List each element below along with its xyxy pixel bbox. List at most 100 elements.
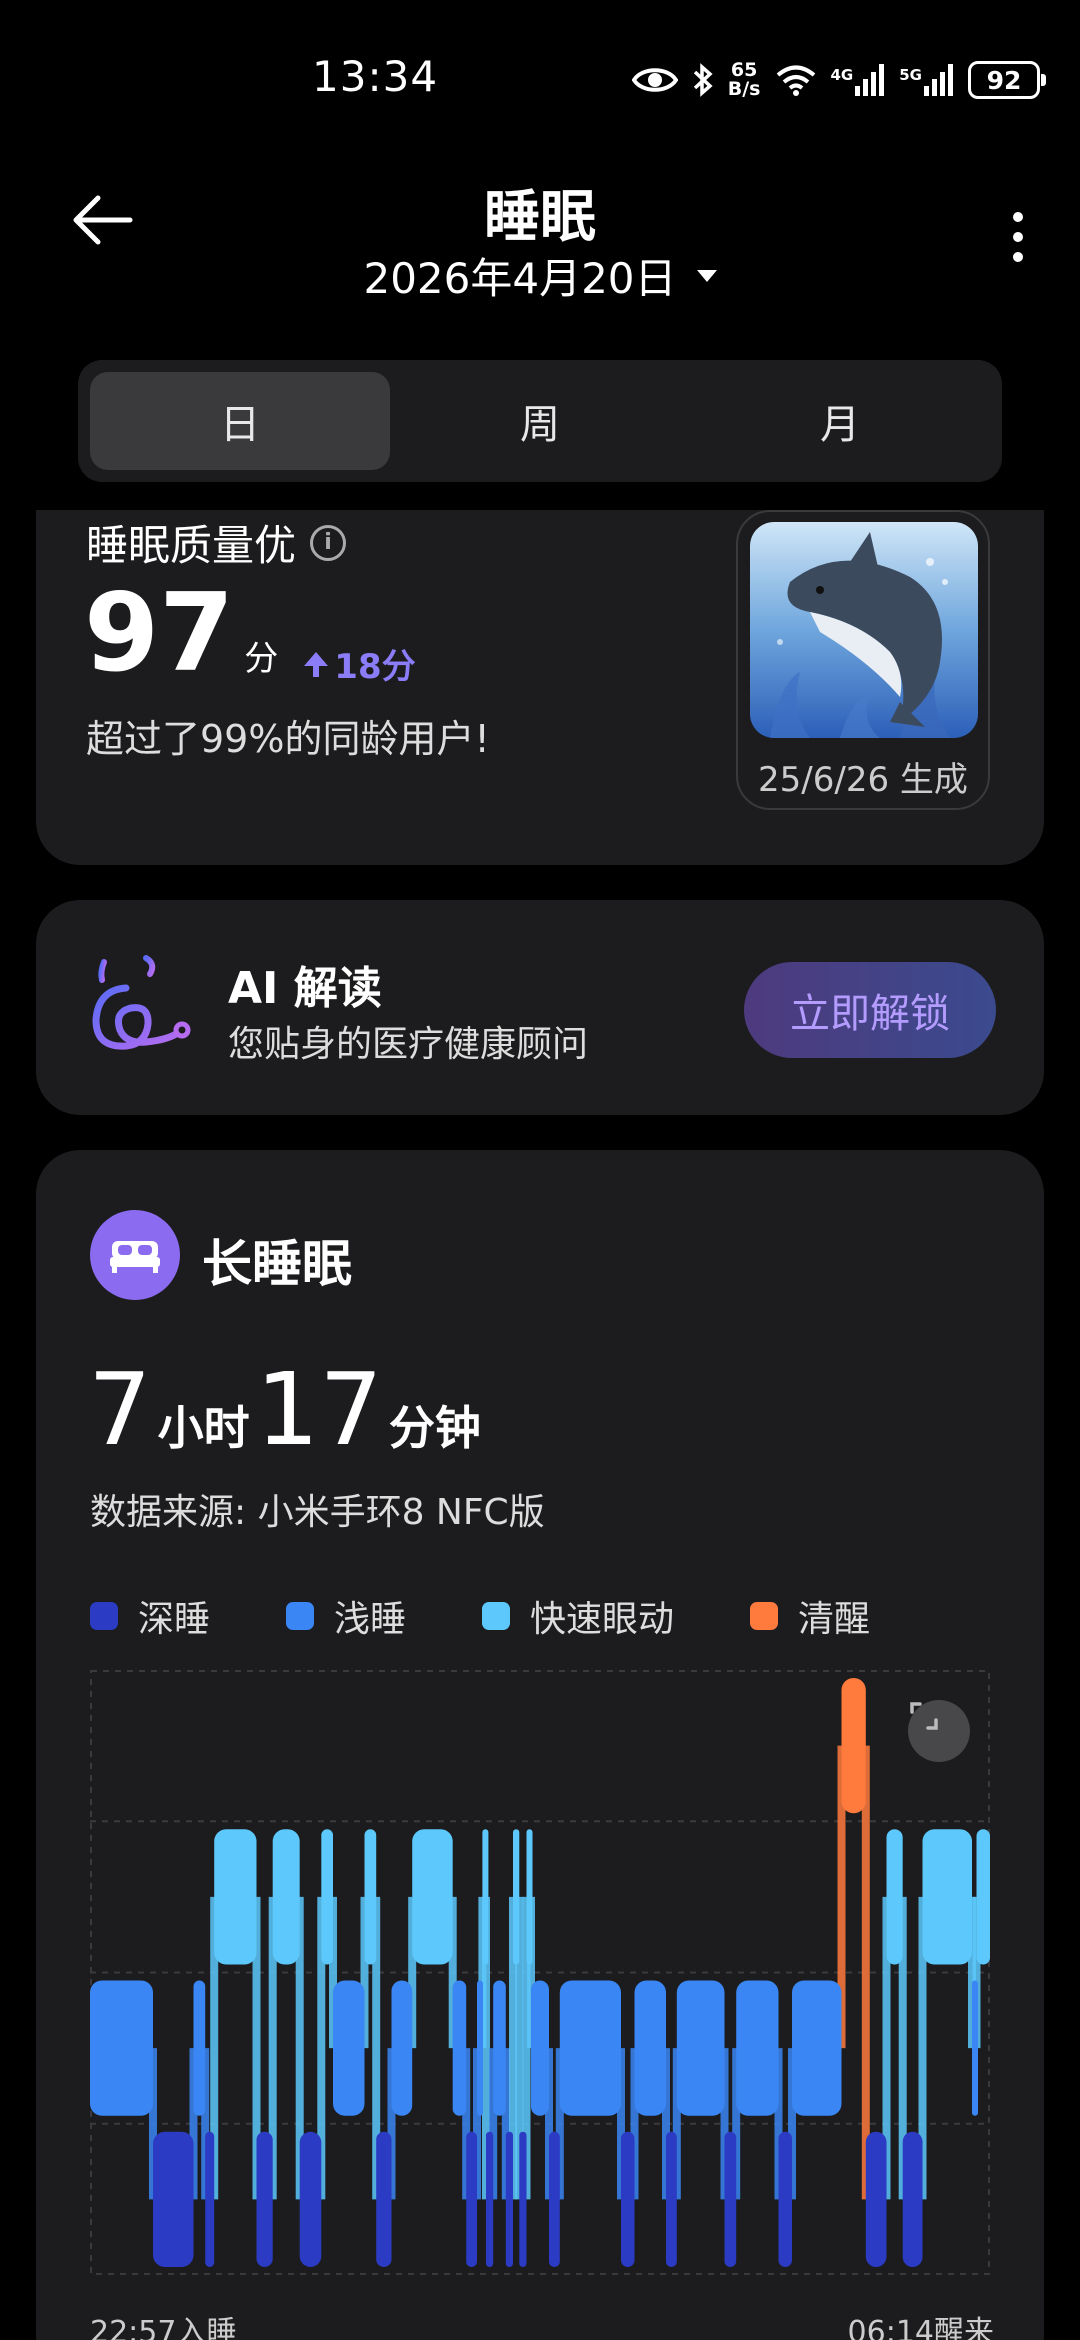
stage-segment-deep [205,2131,215,2267]
quality-compare-text: 超过了99%的同龄用户! [86,717,490,761]
legend-rem: 快速眼动 [482,1590,674,1642]
stage-segment-light [493,1980,506,2116]
status-time: 13:34 [312,52,439,101]
legend-swatch-rem [482,1602,511,1630]
stage-segment-deep [666,2131,677,2267]
arrow-up-icon [304,652,329,677]
cell-signal-2-icon: 5G [899,64,954,96]
stage-segment-deep [621,2131,635,2267]
stage-segment-light [736,1980,779,2116]
stage-segment-rem [886,1829,903,1965]
stage-segment-deep [724,2131,737,2267]
page-title: 睡眠 [484,185,596,250]
stage-segment-deep [902,2131,923,2267]
legend-label-rem: 快速眼动 [530,1599,675,1640]
stage-segment-rem [214,1829,257,1965]
info-icon[interactable]: i [310,524,347,561]
stage-segment-light [90,1980,153,2116]
sig2-label: 5G [899,66,922,84]
duration-minutes: 17 [255,1351,383,1468]
stage-segment-rem [321,1829,333,1965]
eye-icon [631,65,678,95]
stage-segment-light [559,1980,621,2116]
more-dot-icon [1013,212,1023,222]
more-menu-button[interactable] [1008,212,1028,262]
tab-month[interactable]: 月 [690,372,990,470]
score-value: 97 [84,571,235,696]
legend-deep: 深睡 [90,1590,210,1642]
date-selector[interactable]: 2026年4月20日 [0,245,1080,306]
stage-segment-deep [466,2131,477,2267]
sleep-quality-card[interactable]: 睡眠质量优 i 97 分 18分 超过了99%的同龄用户! 25/6/26 生成 [36,510,1044,865]
legend-awake: 清醒 [750,1590,870,1642]
sleep-title: 长睡眠 [202,1235,352,1293]
battery-level: 92 [986,65,1022,95]
stage-segment-rem [526,1829,533,1965]
stage-segment-light [477,1980,483,2116]
stage-segment-rem [976,1829,990,1965]
expand-icon [910,1702,938,1730]
sleep-stage-chart[interactable] [90,1670,990,2275]
tab-week[interactable]: 周 [390,372,690,470]
stage-segment-light [452,1980,467,2116]
score-unit: 分 [244,639,279,679]
unlock-button[interactable]: 立即解锁 [744,962,996,1058]
stage-segment-deep [505,2131,513,2267]
stage-segment-awake [841,1678,866,1814]
stage-segment-deep [865,2131,887,2267]
expand-button[interactable] [908,1700,970,1762]
legend-swatch-light [286,1602,315,1630]
tab-day[interactable]: 日 [90,372,390,470]
stage-segment-rem [513,1829,520,1965]
wifi-icon [775,64,817,96]
sleep-report-thumbnail[interactable]: 25/6/26 生成 [736,510,990,810]
long-sleep-card: 长睡眠 7 小时 17 分钟 数据来源: 小米手环8 NFC版 深睡 浅睡 快速… [36,1150,1044,2340]
stage-segment-deep [153,2131,194,2267]
sig1-label: 4G [830,66,854,84]
ai-insight-card[interactable]: AI 解读 您贴身的医疗健康顾问 立即解锁 [36,900,1044,1115]
stage-segment-deep [256,2131,273,2267]
stage-segment-rem [412,1829,453,1965]
duration-hours-unit: 小时 [157,1401,250,1455]
legend-swatch-deep [90,1602,118,1630]
duration-minutes-unit: 分钟 [388,1401,481,1455]
stage-segment-light [391,1980,413,2116]
chart-legend: 深睡 浅睡 快速眼动 清醒 [90,1590,870,1642]
status-icons: 65 B/s 4G 5G 92 [631,55,1046,105]
quality-score: 97 分 18分 [84,580,416,688]
stage-segment-light [333,1980,365,2116]
sleep-duration: 7 小时 17 分钟 [88,1360,487,1460]
battery-icon: 92 [968,61,1046,99]
stage-segment-rem [922,1829,972,1965]
quality-title-row: 睡眠质量优 i [86,512,347,573]
stage-segment-rem [364,1829,377,1965]
status-bar: 13:34 65 B/s 4G 5G 92 [0,0,1080,160]
stage-transition [861,1745,870,2200]
sleep-start-label: 22:57入睡 [90,2315,237,2340]
legend-label-light: 浅睡 [334,1599,407,1640]
legend-light: 浅睡 [286,1590,406,1642]
stage-segment-deep [376,2131,392,2267]
cell-signal-1-icon: 4G [831,64,886,96]
period-tabs: 日 周 月 [78,360,1002,482]
data-source: 数据来源: 小米手环8 NFC版 [90,1492,545,1533]
bluetooth-icon [692,63,714,97]
quality-title: 睡眠质量优 [86,521,297,570]
ai-title: AI 解读 [228,963,382,1014]
stage-segment-deep [519,2131,527,2267]
stage-segment-deep [549,2131,560,2267]
net-speed: 65 B/s [728,61,761,99]
stage-segment-deep [486,2131,494,2267]
duration-hours: 7 [88,1351,152,1468]
score-delta: 18分 [304,639,416,688]
shark-illustration [750,522,978,738]
stage-segment-light [792,1980,842,2116]
legend-label-deep: 深睡 [138,1599,211,1640]
date-label: 2026年4月20日 [363,254,677,303]
wake-end-label: 06:14醒来 [847,2315,994,2340]
ai-subtitle: 您贴身的医疗健康顾问 [228,1024,589,1065]
bed-icon [90,1210,180,1300]
report-caption: 25/6/26 生成 [758,760,968,800]
stage-segment-light [676,1980,725,2116]
more-dot-icon [1013,252,1023,262]
